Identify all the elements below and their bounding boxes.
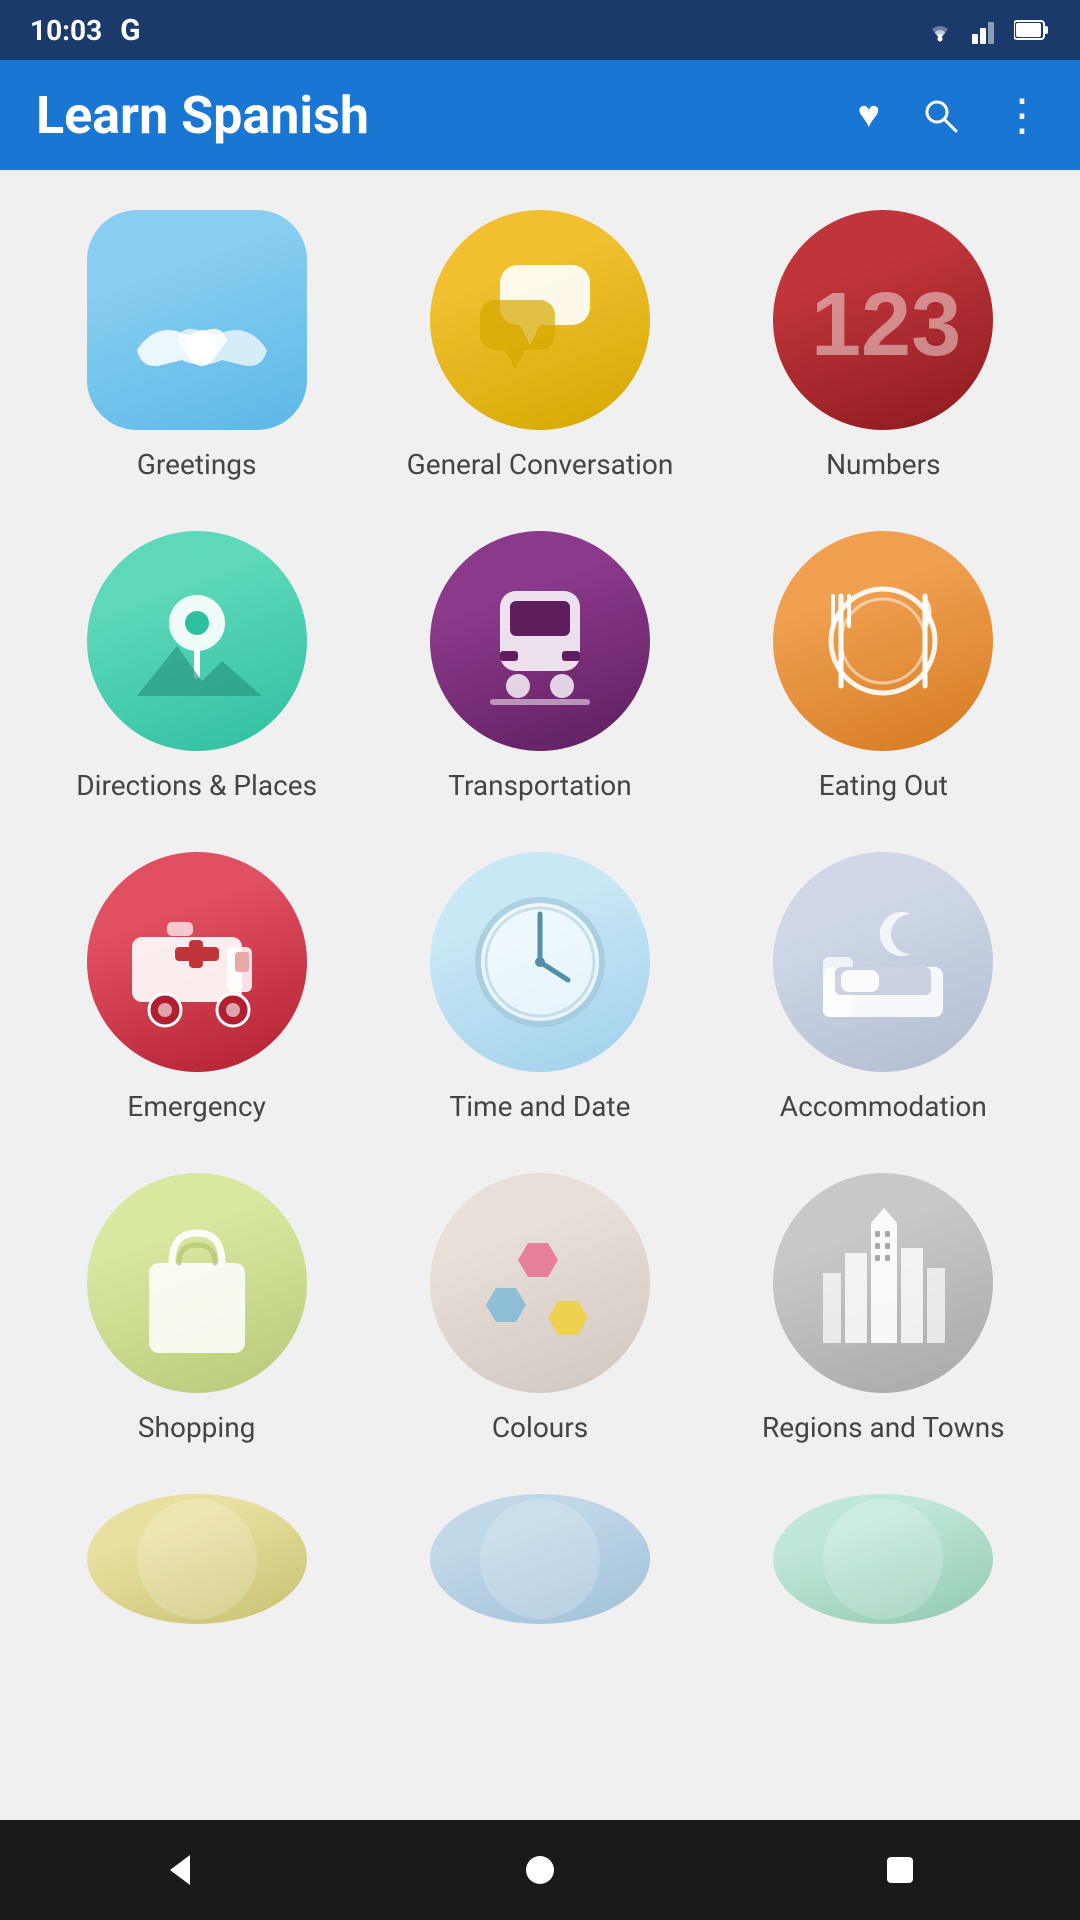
search-button[interactable] bbox=[920, 95, 960, 135]
emergency-label: Emergency bbox=[127, 1090, 265, 1123]
transportation-label: Transportation bbox=[448, 769, 631, 802]
regions-icon bbox=[773, 1173, 993, 1393]
colours-label: Colours bbox=[492, 1411, 588, 1444]
category-shopping[interactable]: Shopping bbox=[40, 1173, 353, 1444]
category-colours[interactable]: Colours bbox=[383, 1173, 696, 1444]
back-button[interactable] bbox=[150, 1840, 210, 1900]
greetings-icon bbox=[87, 210, 307, 430]
category-general-conversation[interactable]: General Conversation bbox=[383, 210, 696, 481]
app-bar: Learn Spanish ♥ ⋮ bbox=[0, 60, 1080, 170]
partial2-icon bbox=[430, 1494, 650, 1624]
partial1-icon bbox=[87, 1494, 307, 1624]
status-bar: 10:03 G bbox=[0, 0, 1080, 60]
eating-label: Eating Out bbox=[819, 769, 948, 802]
time-icon bbox=[430, 852, 650, 1072]
category-time[interactable]: Time and Date bbox=[383, 852, 696, 1123]
category-transportation[interactable]: Transportation bbox=[383, 531, 696, 802]
colours-icon bbox=[430, 1173, 650, 1393]
app-bar-icons: ♥ ⋮ bbox=[857, 93, 1044, 137]
category-eating[interactable]: Eating Out bbox=[727, 531, 1040, 802]
shopping-label: Shopping bbox=[138, 1411, 255, 1444]
status-right bbox=[922, 16, 1050, 44]
app-title: Learn Spanish bbox=[36, 85, 857, 146]
category-partial3[interactable] bbox=[727, 1494, 1040, 1624]
status-time: 10:03 bbox=[30, 14, 102, 47]
numbers-label: Numbers bbox=[826, 448, 940, 481]
transportation-icon bbox=[430, 531, 650, 751]
signal-icon bbox=[972, 16, 1000, 44]
more-options-button[interactable]: ⋮ bbox=[1000, 93, 1044, 137]
greetings-label: Greetings bbox=[137, 448, 257, 481]
category-partial2[interactable] bbox=[383, 1494, 696, 1624]
partial3-icon bbox=[773, 1494, 993, 1624]
numbers-icon: 123 bbox=[773, 210, 993, 430]
emergency-icon bbox=[87, 852, 307, 1072]
favorite-button[interactable]: ♥ bbox=[857, 93, 880, 137]
category-accommodation[interactable]: Accommodation bbox=[727, 852, 1040, 1123]
recents-button[interactable] bbox=[870, 1840, 930, 1900]
time-label: Time and Date bbox=[450, 1090, 631, 1123]
category-greetings[interactable]: Greetings bbox=[40, 210, 353, 481]
regions-label: Regions and Towns bbox=[762, 1411, 1005, 1444]
google-icon: G bbox=[120, 13, 140, 48]
conversation-label: General Conversation bbox=[407, 448, 674, 481]
home-button[interactable] bbox=[510, 1840, 570, 1900]
accommodation-icon bbox=[773, 852, 993, 1072]
conversation-icon bbox=[430, 210, 650, 430]
battery-icon bbox=[1014, 19, 1050, 41]
directions-label: Directions & Places bbox=[76, 769, 317, 802]
category-numbers[interactable]: 123 Numbers bbox=[727, 210, 1040, 481]
category-regions[interactable]: Regions and Towns bbox=[727, 1173, 1040, 1444]
eating-icon bbox=[773, 531, 993, 751]
directions-icon bbox=[87, 531, 307, 751]
category-grid: Greetings General Conversation 123 Numbe… bbox=[0, 170, 1080, 1664]
svg-text:123: 123 bbox=[811, 275, 961, 375]
category-partial1[interactable] bbox=[40, 1494, 353, 1624]
status-left: 10:03 G bbox=[30, 13, 141, 48]
category-directions[interactable]: Directions & Places bbox=[40, 531, 353, 802]
category-emergency[interactable]: Emergency bbox=[40, 852, 353, 1123]
accommodation-label: Accommodation bbox=[780, 1090, 987, 1123]
shopping-icon bbox=[87, 1173, 307, 1393]
wifi-icon bbox=[922, 17, 958, 43]
nav-bar bbox=[0, 1820, 1080, 1920]
